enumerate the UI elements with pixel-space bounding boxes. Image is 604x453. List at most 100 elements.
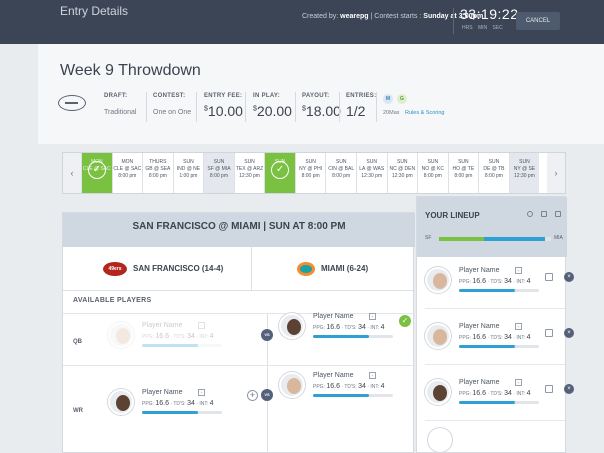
game-day: SUN (458, 159, 469, 165)
player-info-icon[interactable]: + (369, 313, 376, 320)
selected-check-icon: ✓ (87, 161, 106, 179)
max-entries: 20Max (383, 110, 400, 116)
int-label: INT: (516, 279, 526, 285)
game-tab[interactable]: MON CLE @ SAC ✓ (81, 153, 112, 193)
player-avatar (279, 372, 305, 398)
performance-fill (142, 344, 198, 347)
int-label: INT: (370, 325, 380, 331)
remove-player-icon[interactable]: × (564, 328, 574, 338)
player-card[interactable]: Player Name + PPG: 16.6 · TD'S: 34 · INT: … (425, 323, 555, 365)
game-tab[interactable]: THURS GB @ SEA 8:00 pm (142, 153, 173, 193)
swap-icon[interactable] (545, 385, 553, 393)
remove-player-icon[interactable]: × (564, 272, 574, 282)
swap-icon[interactable] (545, 329, 553, 337)
game-tab[interactable]: SUN NY @ SE 12:30 pm (508, 153, 540, 193)
entries-label: ENTRIES: (346, 93, 377, 99)
empty-slot-avatar[interactable] (427, 427, 453, 453)
lineup-slot[interactable]: Player Name + PPG: 16.6 · TD'S: 34 · INT: … (425, 267, 574, 309)
page-title: Entry Details (60, 4, 129, 18)
away-team-name: MIAMI (6-24) (321, 264, 369, 273)
game-day: SUN (427, 159, 439, 165)
game-tab[interactable]: SUN HO @ TE 8:00 pm (447, 153, 479, 193)
int-value: 4 (209, 333, 214, 340)
lineup-slot[interactable]: Player Name + PPG: 16.6 · TD'S: 34 · INT: … (425, 379, 574, 421)
game-day: SUN (213, 159, 225, 165)
ppg-value: 16.6 (326, 324, 340, 331)
rules-scoring-link[interactable]: Rules & Scoring (405, 110, 444, 116)
ppg-value: 16.6 (472, 278, 486, 285)
draft-info: DRAFT: Traditional (104, 93, 136, 116)
divider (295, 92, 296, 122)
payout-label: PAYOUT: (302, 93, 330, 99)
game-tab[interactable]: SUN CIN @ BAL 8:00 pm (325, 153, 356, 193)
game-day: SUN (335, 159, 347, 165)
int-value: 4 (526, 278, 531, 285)
away-team[interactable]: MIAMI (6-24) (297, 247, 368, 291)
player-info-icon[interactable]: + (515, 323, 522, 330)
ppg-value: 16.6 (472, 334, 486, 341)
selected-check-icon: ✓ (271, 161, 290, 179)
player-name: Player Name (313, 313, 354, 320)
game-day: SUN (488, 159, 500, 165)
lineup-title: YOUR LINEUP (425, 211, 480, 220)
tds-label: TD'S: (490, 391, 503, 397)
tds-value: 34 (187, 333, 195, 340)
game-tab[interactable]: SUN DE @ TB 8:00 pm (478, 153, 509, 193)
player-card[interactable]: Player Name + PPG: 16.6 · TD'S: 34 · INT: … (279, 372, 409, 414)
game-tab[interactable]: SUN NC @ DEN 12:30 pm (386, 153, 418, 193)
game-tab[interactable]: SUN NY @ PHI 8:00 pm (294, 153, 326, 193)
performance-fill (459, 401, 515, 404)
sf-share-fill (439, 237, 484, 241)
game-day: SUN (366, 159, 377, 165)
tds-label: TD'S: (173, 401, 186, 407)
player-info-icon[interactable]: + (198, 389, 205, 396)
player-card[interactable]: Player Name + PPG: 16.6 · TD'S: 34 · INT: … (425, 379, 555, 421)
player-info-icon[interactable]: + (369, 372, 376, 379)
game-tab[interactable]: SUN TEX @ ARZ 12:30 pm (233, 153, 265, 193)
game-tab[interactable]: MON CLE @ SAC 8:00 pm (111, 153, 143, 193)
created-user[interactable]: wearepg (340, 13, 368, 20)
remove-player-icon[interactable]: × (564, 384, 574, 394)
mia-share-fill (483, 237, 546, 241)
settings-icon[interactable] (527, 211, 533, 217)
player-info-icon[interactable]: + (198, 322, 205, 329)
game-time: 8:00 pm (484, 173, 503, 179)
contest-type-value: One on One (153, 109, 192, 116)
player-card[interactable]: Player Name + PPG: 16.6 · TD'S: 34 · INT: … (108, 389, 238, 431)
game-tab[interactable]: SUN IND @ NE 1:00 pm (172, 153, 204, 193)
game-time: 8:00 pm (332, 173, 351, 179)
player-card[interactable]: Player Name + PPG: 16.6 · TD'S: 34 · INT: … (279, 313, 409, 355)
int-label: INT: (199, 401, 209, 407)
game-tab[interactable]: SUN LA @ WAS 12:30 pm (355, 153, 387, 193)
home-team[interactable]: 49ers SAN FRANCISCO (14-4) (103, 247, 223, 291)
player-stats: PPG: 16.6 · TD'S: 34 · INT: 4 (142, 400, 214, 407)
player-stats: PPG: 16.6 · TD'S: 34 · INT: 4 (313, 383, 385, 390)
mia-label: MIA (554, 235, 563, 241)
carousel-prev-button[interactable]: ‹ (63, 153, 81, 193)
contest-meta: Created by: wearepg | Contest starts : S… (302, 13, 483, 20)
player-stats: PPG: 16.6 · TD'S: 34 · INT: 4 (459, 278, 531, 285)
player-card[interactable]: Player Name + PPG: 16.6 · TD'S: 34 · INT: … (425, 267, 555, 309)
game-tab[interactable]: SUN SF @ MIA 8:00 pm (203, 153, 234, 193)
tds-label: TD'S: (490, 279, 503, 285)
player-info-icon[interactable]: + (515, 379, 522, 386)
player-info-icon[interactable]: + (515, 267, 522, 274)
team-split-bar (439, 237, 551, 241)
carousel-next-button[interactable]: › (547, 153, 565, 193)
game-matchup: LA @ WAS (359, 166, 385, 172)
cancel-button[interactable]: CANCEL (516, 12, 560, 30)
add-player-icon[interactable]: + (247, 390, 258, 401)
tds-value: 34 (504, 334, 512, 341)
draft-label: DRAFT: (104, 93, 128, 99)
game-time: 8:00 pm (209, 173, 228, 179)
calendar-icon[interactable] (541, 211, 547, 217)
tds-label: TD'S: (490, 335, 503, 341)
lock-icon[interactable] (555, 211, 561, 217)
game-tab[interactable]: SUN NO @ KC 8:00 pm (417, 153, 448, 193)
game-tab[interactable]: SUN ✓ (264, 153, 295, 193)
tds-label: TD'S: (173, 334, 186, 340)
swap-icon[interactable] (545, 273, 553, 281)
lineup-slot[interactable]: Player Name + PPG: 16.6 · TD'S: 34 · INT: … (425, 323, 574, 365)
int-label: INT: (370, 384, 380, 390)
player-card[interactable]: Player Name + PPG: 16.6 · TD'S: 34 · INT: … (108, 322, 238, 364)
